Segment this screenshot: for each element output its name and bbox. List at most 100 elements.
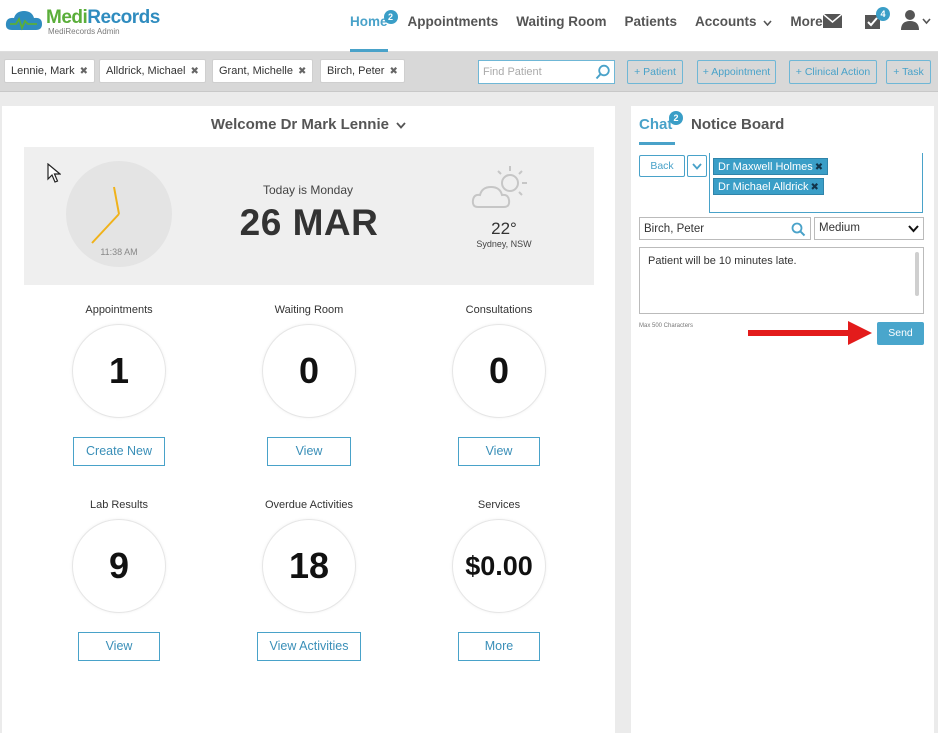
logo[interactable]: MediRecords MediRecords Admin (4, 8, 160, 36)
logo-subtitle: MediRecords Admin (48, 27, 120, 36)
analog-clock: 11:38 AM (66, 161, 172, 267)
weather-temp: 22° (491, 219, 517, 238)
chevron-down-icon (396, 120, 406, 132)
stat-lab-results: Lab Results 9 View (44, 499, 194, 661)
logo-brand-medi: Medi (46, 7, 88, 28)
envelope-icon[interactable] (822, 13, 843, 33)
top-navbar: MediRecords MediRecords Admin Home 2 App… (0, 0, 938, 52)
stat-overdue-activities: Overdue Activities 18 View Activities (234, 499, 384, 661)
stat-value: 0 (262, 324, 356, 418)
patient-tab-label: Birch, Peter (327, 65, 385, 77)
close-icon[interactable]: ✖ (191, 66, 199, 77)
close-icon[interactable]: ✖ (80, 66, 88, 77)
find-patient-field (478, 60, 615, 84)
clock-time: 11:38 AM (100, 247, 138, 257)
stat-value: 18 (262, 519, 356, 613)
patient-tab-label: Grant, Michelle (219, 65, 293, 77)
patient-tab[interactable]: Grant, Michelle ✖ (212, 59, 314, 83)
chat-panel: Chat 2 Notice Board Back Dr Maxwell Holm… (631, 106, 934, 733)
weather-widget: 22° Sydney, NSW (464, 163, 544, 273)
create-new-button[interactable]: Create New (73, 437, 165, 466)
max-characters-hint: Max 500 Characters (639, 323, 694, 329)
tab-chat[interactable]: Chat (639, 116, 672, 133)
patient-tab[interactable]: Lennie, Mark ✖ (4, 59, 96, 83)
nav-patients[interactable]: Patients (625, 0, 678, 52)
cloud-logo-icon (4, 8, 44, 34)
search-icon[interactable] (791, 222, 806, 242)
recipient-chip: Dr Michael Alldrick ✖ (713, 178, 824, 195)
message-textarea[interactable]: Patient will be 10 minutes late. (639, 247, 924, 314)
view-waiting-room-button[interactable]: View (266, 437, 352, 466)
chevron-down-icon (763, 18, 772, 29)
stat-label: Consultations (465, 304, 533, 316)
add-task-button[interactable]: + Task (886, 60, 931, 84)
more-services-button[interactable]: More (457, 632, 541, 661)
chat-patient-field (639, 217, 811, 240)
stat-value: 1 (72, 324, 166, 418)
priority-select[interactable]: Medium (814, 217, 924, 240)
chevron-down-icon (908, 218, 919, 247)
stat-services: Services $0.00 More (424, 499, 574, 661)
close-icon[interactable]: ✖ (390, 66, 398, 77)
patient-tab[interactable]: Birch, Peter ✖ (320, 59, 405, 83)
clipboard-check-icon[interactable]: 4 (864, 7, 890, 35)
nav-waiting-room[interactable]: Waiting Room (516, 0, 606, 52)
nav-accounts[interactable]: Accounts (695, 0, 772, 52)
weather-location: Sydney, NSW (476, 239, 532, 249)
today-label: Today is Monday (262, 183, 354, 197)
mouse-cursor-icon (47, 162, 62, 188)
welcome-text: Welcome Dr Mark Lennie (210, 116, 389, 133)
recipient-name: Dr Maxwell Holmes (718, 161, 813, 173)
recipients-box[interactable]: Dr Maxwell Holmes ✖ Dr Michael Alldrick ✖ (709, 153, 923, 213)
message-text: Patient will be 10 minutes late. (648, 255, 797, 267)
scrollbar[interactable] (915, 252, 919, 296)
stat-label: Lab Results (89, 499, 149, 511)
active-tab-indicator (639, 142, 675, 145)
date-display: 26 MAR (239, 202, 379, 243)
priority-value: Medium (819, 222, 860, 234)
close-icon[interactable]: ✖ (810, 182, 818, 193)
close-icon[interactable]: ✖ (815, 162, 823, 173)
search-icon[interactable] (595, 64, 611, 85)
add-appointment-button[interactable]: + Appointment (697, 60, 776, 84)
nav-more-label: More (790, 14, 823, 29)
patient-tab-label: Lennie, Mark (11, 65, 75, 77)
stat-label: Overdue Activities (264, 499, 354, 511)
nav-appointments[interactable]: Appointments (408, 0, 499, 52)
send-button[interactable]: Send (877, 322, 924, 345)
recipient-chip: Dr Maxwell Holmes ✖ (713, 158, 829, 175)
chevron-down-icon (692, 157, 702, 174)
stat-waiting-room: Waiting Room 0 View (234, 304, 384, 466)
recipient-name: Dr Michael Alldrick (718, 181, 809, 193)
info-box: 11:38 AM Today is Monday 26 MAR 22° Sydn… (24, 147, 594, 285)
user-icon[interactable] (901, 10, 931, 35)
back-button[interactable]: Back (639, 155, 685, 177)
nav-home-label: Home (350, 14, 388, 29)
recipients-dropdown-button[interactable] (687, 155, 707, 177)
stat-label: Services (477, 499, 521, 511)
add-clinical-action-button[interactable]: + Clinical Action (789, 60, 877, 84)
stat-value: $0.00 (452, 519, 546, 613)
stat-value: 9 (72, 519, 166, 613)
view-consultations-button[interactable]: View (457, 437, 541, 466)
patient-tabs-bar: Lennie, Mark ✖ Alldrick, Michael ✖ Grant… (0, 52, 938, 92)
stat-consultations: Consultations 0 View (424, 304, 574, 466)
patient-tab[interactable]: Alldrick, Michael ✖ (99, 59, 206, 83)
patient-tab-label: Alldrick, Michael (106, 65, 186, 77)
add-patient-button[interactable]: + Patient (627, 60, 683, 84)
red-arrow-annotation (746, 320, 876, 351)
dashboard-panel: Welcome Dr Mark Lennie 11:38 AM Today is… (2, 106, 615, 733)
stat-appointments: Appointments 1 Create New (44, 304, 194, 466)
view-lab-results-button[interactable]: View (77, 632, 161, 661)
chat-patient-input[interactable] (640, 218, 785, 239)
find-patient-input[interactable] (479, 61, 591, 83)
tab-notice-board[interactable]: Notice Board (691, 116, 784, 133)
welcome-dropdown[interactable]: Welcome Dr Mark Lennie (2, 116, 615, 133)
close-icon[interactable]: ✖ (298, 66, 306, 77)
main-nav: Home 2 Appointments Waiting Room Patient… (350, 0, 856, 52)
stat-label: Waiting Room (274, 304, 344, 316)
stat-value: 0 (452, 324, 546, 418)
nav-home[interactable]: Home 2 (350, 0, 398, 52)
logo-brand-records: Records (87, 7, 160, 28)
view-activities-button[interactable]: View Activities (256, 632, 362, 661)
